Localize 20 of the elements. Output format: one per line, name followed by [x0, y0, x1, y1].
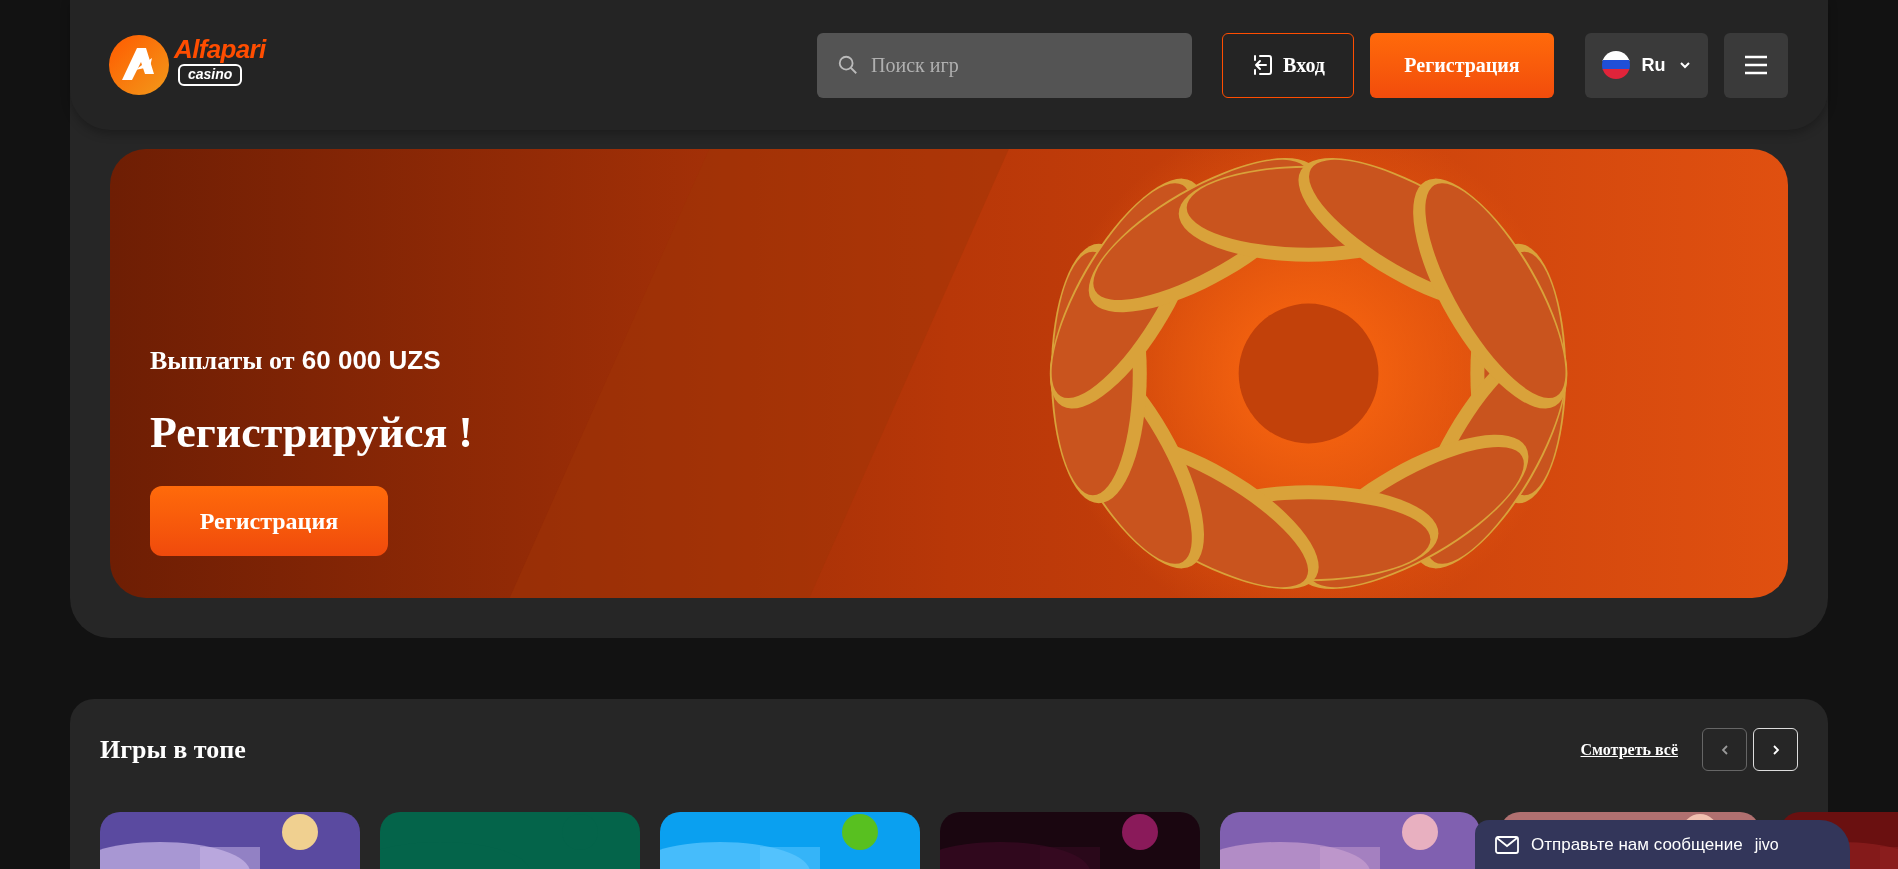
language-selector[interactable]: Ru — [1585, 32, 1708, 98]
chat-brand: jivo — [1754, 834, 1779, 855]
search-field[interactable]: Поиск игр — [817, 32, 1192, 98]
logo-wordmark: Alfapari — [174, 36, 266, 63]
next-button[interactable] — [1753, 728, 1798, 771]
previous-button[interactable] — [1702, 728, 1747, 771]
section-title: Игры в топе — [100, 734, 246, 766]
menu-button[interactable] — [1724, 32, 1788, 98]
flag-icon — [1601, 51, 1630, 79]
chat-label: Отправьте нам сообщение — [1531, 833, 1743, 856]
see-all-link[interactable]: Смотреть всё — [1580, 737, 1678, 762]
banner-subtitle: Выплаты от 60 000 UZS — [150, 344, 441, 377]
logo-badge: casino — [178, 64, 243, 86]
logo-mark-icon — [108, 34, 170, 96]
menu-icon — [1744, 55, 1768, 75]
banner-title: Регистрируйся ! — [150, 407, 473, 459]
envelope-icon — [1495, 835, 1519, 854]
search-icon — [837, 53, 859, 76]
login-button[interactable]: Вход — [1222, 32, 1354, 98]
chat-toast[interactable]: Отправьте нам сообщение jivo — [1475, 820, 1850, 869]
